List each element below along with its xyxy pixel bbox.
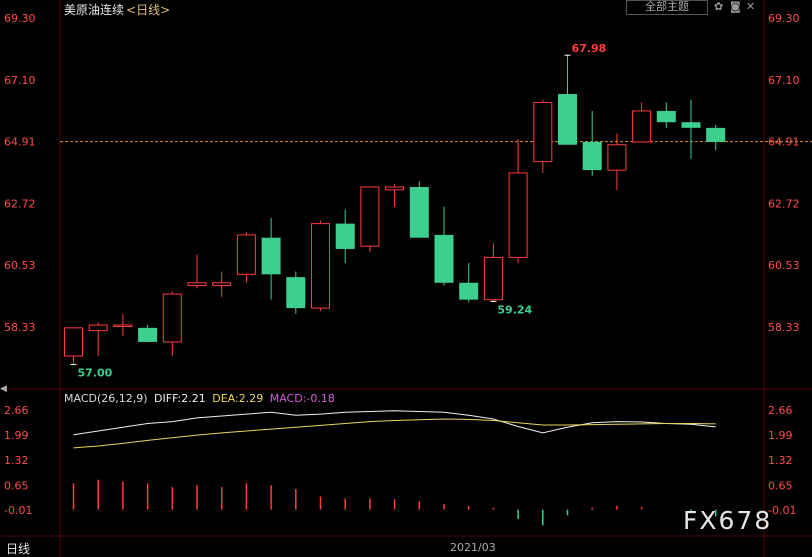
candle-body bbox=[138, 327, 158, 342]
y-tick-label-right: 62.72 bbox=[768, 197, 800, 210]
chart-title: 美原油连续 <日线> bbox=[64, 1, 170, 18]
candle-body bbox=[483, 256, 503, 301]
y-tick-label-right: 58.33 bbox=[768, 321, 800, 334]
instrument-name: 美原油连续 bbox=[64, 3, 125, 17]
candle-body bbox=[434, 234, 454, 283]
collapse-arrow-icon[interactable]: ◀ bbox=[0, 384, 7, 394]
candle-body bbox=[508, 172, 528, 258]
candle-body bbox=[607, 144, 627, 171]
gear-icon[interactable]: ✿ bbox=[714, 0, 723, 13]
period-label[interactable]: <日线> bbox=[126, 3, 170, 17]
macd-legend: MACD(26,12,9) DIFF:2.21 DEA:2.29 MACD:-0… bbox=[64, 392, 338, 405]
candle-body bbox=[236, 234, 256, 275]
theme-button[interactable]: 全部主题 bbox=[626, 0, 708, 15]
macd-y-tick-right: 0.65 bbox=[768, 479, 793, 492]
macd-y-tick-left: -0.01 bbox=[4, 504, 32, 517]
price-annotation: 57.00 bbox=[78, 366, 113, 379]
price-annotation: 67.98 bbox=[572, 42, 607, 55]
candle-body bbox=[632, 110, 652, 143]
macd-y-tick-right: -0.01 bbox=[768, 504, 796, 517]
candle-body bbox=[212, 282, 232, 287]
y-tick-label-left: 58.33 bbox=[4, 321, 36, 334]
candle-body bbox=[187, 282, 207, 287]
dea-value: DEA:2.29 bbox=[212, 392, 264, 405]
candle-body bbox=[558, 94, 577, 145]
candle-body bbox=[88, 324, 108, 332]
y-tick-label-left: 60.53 bbox=[4, 259, 36, 272]
y-tick-label-right: 67.10 bbox=[768, 74, 800, 87]
candle-body bbox=[286, 277, 306, 309]
macd-y-tick-left: 2.66 bbox=[4, 404, 29, 417]
y-tick-label-right: 60.53 bbox=[768, 259, 800, 272]
macd-y-tick-right: 1.99 bbox=[768, 429, 793, 442]
macd-y-tick-right: 2.66 bbox=[768, 404, 793, 417]
candle-body bbox=[162, 293, 182, 343]
candle-body bbox=[582, 141, 602, 171]
macd-title: MACD(26,12,9) bbox=[64, 392, 148, 405]
candle-body bbox=[656, 110, 676, 123]
candle-body bbox=[360, 186, 380, 247]
candle-body bbox=[335, 223, 355, 249]
price-annotation: 59.24 bbox=[497, 303, 532, 316]
watermark-logo: FX678 bbox=[683, 506, 773, 535]
candle-body bbox=[681, 122, 701, 128]
macd-y-tick-left: 0.65 bbox=[4, 479, 29, 492]
y-tick-label-left: 64.91 bbox=[4, 136, 36, 149]
candle-body bbox=[533, 102, 553, 163]
macd-y-tick-right: 1.32 bbox=[768, 454, 793, 467]
macd-y-tick-left: 1.32 bbox=[4, 454, 29, 467]
y-tick-label-left: 69.30 bbox=[4, 12, 36, 25]
candle-body bbox=[113, 324, 133, 328]
camera-icon[interactable]: ◙ bbox=[730, 0, 741, 13]
macd-diff-line bbox=[73, 410, 716, 436]
close-icon[interactable]: ✕ bbox=[746, 0, 755, 13]
candle-body bbox=[409, 187, 429, 238]
macd-y-tick-left: 1.99 bbox=[4, 429, 29, 442]
y-tick-label-left: 62.72 bbox=[4, 197, 36, 210]
candle-body bbox=[261, 237, 281, 275]
candle-body bbox=[459, 282, 479, 300]
diff-value: DIFF:2.21 bbox=[154, 392, 206, 405]
x-axis-date-label: 2021/03 bbox=[450, 541, 496, 554]
candle-body bbox=[385, 186, 405, 191]
candle-body bbox=[706, 127, 726, 142]
candle-body bbox=[64, 327, 83, 357]
macd-dea-line bbox=[73, 418, 716, 449]
y-tick-label-right: 69.30 bbox=[768, 12, 800, 25]
y-tick-label-left: 67.10 bbox=[4, 74, 36, 87]
period-tab[interactable]: 日线 bbox=[6, 540, 30, 557]
candle-body bbox=[311, 223, 330, 309]
macd-value: MACD:-0.18 bbox=[269, 392, 335, 405]
candlestick-chart: 69.30 69.3067.10 67.1064.91 64.9162.72 62.72… bbox=[0, 0, 812, 557]
